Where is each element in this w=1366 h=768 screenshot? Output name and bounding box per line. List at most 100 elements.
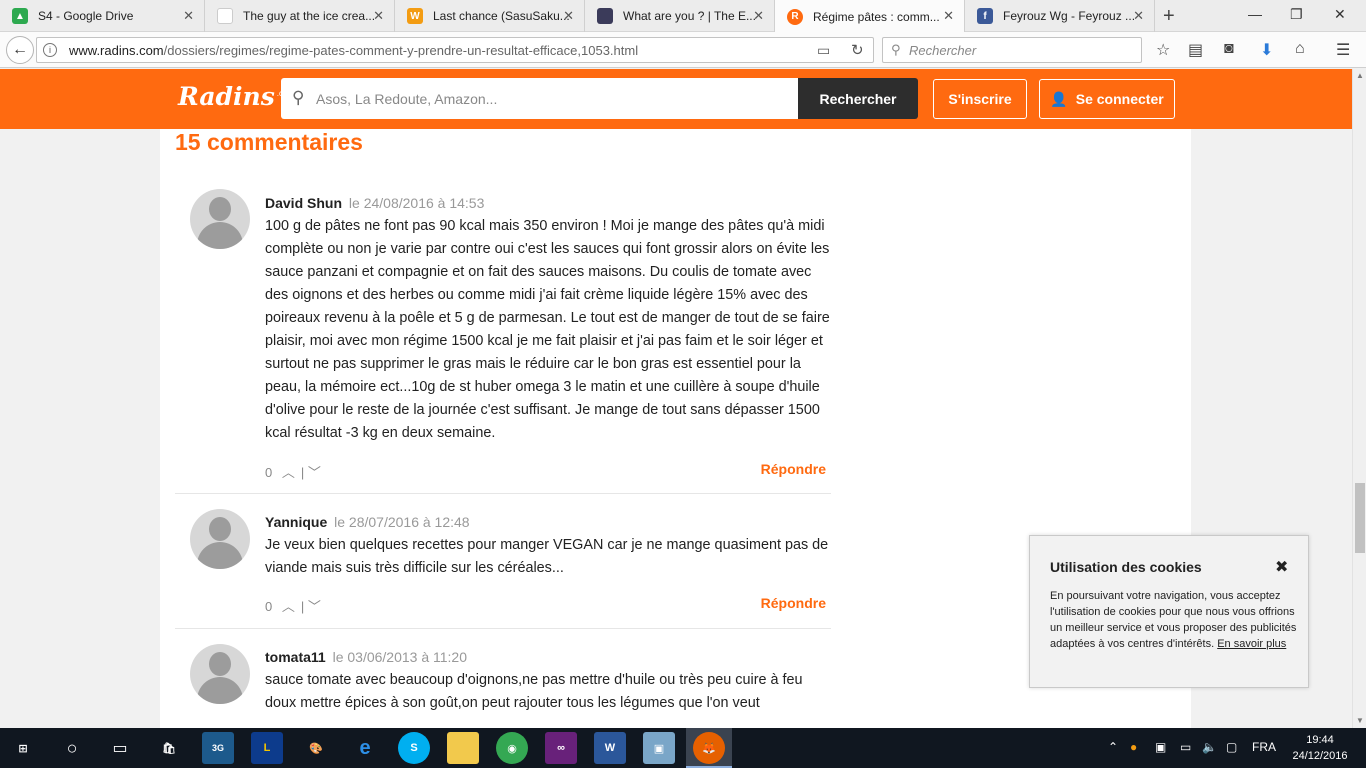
reload-icon[interactable]: ↻ [851, 41, 864, 59]
close-tab-icon[interactable]: ✕ [1133, 8, 1144, 24]
bookmark-star-icon[interactable]: ☆ [1156, 40, 1170, 60]
upvote-icon[interactable]: ︿ [282, 465, 295, 480]
virtualbox-icon[interactable]: ▣ [643, 732, 675, 764]
comment-date: le 28/07/2016 à 12:48 [334, 514, 470, 530]
clock-time: 19:44 [1306, 734, 1334, 746]
firefox-icon[interactable]: 🦊 [693, 732, 725, 764]
comment-text: sauce tomate avec beaucoup d'oignons,ne … [265, 672, 803, 711]
comment-meta: David Shun le 24/08/2016 à 14:53 [265, 195, 484, 211]
navigation-bar: ← i www.radins.com/dossiers/regimes/regi… [0, 32, 1366, 68]
site-search-placeholder: Asos, La Redoute, Amazon... [316, 91, 498, 107]
cookie-learn-more-link[interactable]: En savoir plus [1217, 638, 1286, 650]
new-tab-icon[interactable]: + [1163, 5, 1175, 28]
tab-what-are-you[interactable]: What are you ? | The E... ✕ [585, 0, 775, 32]
signup-button[interactable]: S'inscrire [933, 79, 1027, 119]
tab-last-chance[interactable]: W Last chance (SasuSaku... ✕ [395, 0, 585, 32]
scroll-down-icon[interactable]: ▼ [1356, 716, 1364, 725]
close-tab-icon[interactable]: ✕ [183, 8, 194, 24]
cookie-banner: Utilisation des cookies ✖ En poursuivant… [1029, 535, 1309, 688]
comments-heading: 15 commentaires [175, 129, 363, 155]
vote-count: 0 [265, 599, 273, 614]
reply-link[interactable]: Répondre [761, 461, 826, 477]
reader-view-icon[interactable]: ▭ [817, 42, 830, 59]
close-tab-icon[interactable]: ✕ [373, 8, 384, 24]
reply-link[interactable]: Répondre [761, 595, 826, 611]
volume-icon[interactable]: 🔈 [1202, 740, 1217, 754]
cookie-title: Utilisation des cookies [1050, 559, 1202, 575]
home-icon[interactable]: ⌂ [1295, 40, 1305, 58]
menu-icon[interactable]: ☰ [1336, 40, 1350, 60]
site-search-input[interactable]: ⚲ Asos, La Redoute, Amazon... [281, 78, 799, 119]
close-tab-icon[interactable]: ✕ [943, 8, 954, 24]
language-indicator[interactable]: FRA [1252, 740, 1276, 754]
info-icon[interactable]: i [43, 43, 57, 57]
tray-app-icon[interactable]: ● [1130, 740, 1137, 754]
comment-text: 100 g de pâtes ne font pas 90 kcal mais … [265, 218, 830, 441]
comment-item: David Shun le 24/08/2016 à 14:53 100 g d… [175, 184, 831, 494]
comment-author[interactable]: tomata11 [265, 649, 326, 665]
clock[interactable]: 19:44 24/12/2016 [1288, 732, 1352, 764]
battery-icon[interactable]: ▭ [1180, 740, 1191, 754]
paint-icon[interactable]: 🎨 [300, 732, 332, 764]
address-bar[interactable]: i www.radins.com/dossiers/regimes/regime… [36, 37, 874, 63]
google-drive-icon: ▲ [12, 8, 28, 24]
close-tab-icon[interactable]: ✕ [753, 8, 764, 24]
vertical-scrollbar[interactable]: ▲ ▼ [1352, 69, 1366, 728]
tab-google-drive[interactable]: ▲ S4 - Google Drive ✕ [0, 0, 205, 32]
store-icon[interactable]: 🛍 [153, 732, 185, 764]
download-icon[interactable]: ⬇ [1260, 40, 1273, 60]
tab-title: Last chance (SasuSaku... [433, 9, 570, 23]
pocket-icon[interactable]: ◙ [1224, 40, 1234, 58]
logo-text: Radins [178, 82, 275, 111]
site-search-button[interactable]: Rechercher [798, 78, 918, 119]
file-explorer-icon[interactable] [447, 732, 479, 764]
browser-search-input[interactable]: ⚲ Rechercher [882, 37, 1142, 63]
avatar-head [209, 652, 231, 676]
league-icon[interactable]: L [251, 732, 283, 764]
downvote-icon[interactable]: ﹀ [308, 599, 321, 614]
vote-count: 0 [265, 465, 273, 480]
upvote-icon[interactable]: ︿ [282, 599, 295, 614]
restore-icon[interactable]: ❐ [1290, 6, 1303, 23]
comment-author[interactable]: Yannique [265, 514, 327, 530]
word-icon[interactable]: W [594, 732, 626, 764]
tab-title: S4 - Google Drive [38, 9, 134, 23]
site-header: Radins.com ⚲ Asos, La Redoute, Amazon...… [0, 69, 1352, 129]
task-view-icon[interactable]: ▭ [104, 732, 136, 764]
bookmarks-library-icon[interactable]: ▤ [1188, 40, 1203, 60]
close-window-icon[interactable]: ✕ [1334, 6, 1346, 23]
skype-icon[interactable]: S [398, 732, 430, 764]
chrome-icon[interactable]: ◉ [496, 732, 528, 764]
scroll-up-icon[interactable]: ▲ [1356, 71, 1364, 80]
tab-facebook[interactable]: f Feyrouz Wg - Feyrouz ... ✕ [965, 0, 1155, 32]
screen: ▲ S4 - Google Drive ✕ The guy at the ice… [0, 0, 1366, 768]
3g-modem-icon[interactable]: 3G [202, 732, 234, 764]
avatar-head [209, 197, 231, 221]
tray-chevron-icon[interactable]: ⌃ [1108, 740, 1118, 754]
comment-author[interactable]: David Shun [265, 195, 342, 211]
downvote-icon[interactable]: ﹀ [308, 465, 321, 480]
scrollbar-thumb[interactable] [1355, 483, 1365, 553]
search-circle-icon[interactable]: ○ [56, 732, 88, 764]
comment-meta: Yannique le 28/07/2016 à 12:48 [265, 514, 470, 530]
tab-regime-pates[interactable]: R Régime pâtes : comm... ✕ [775, 0, 965, 33]
avatar-body [197, 677, 243, 704]
close-tab-icon[interactable]: ✕ [563, 8, 574, 24]
facebook-icon: f [977, 8, 993, 24]
site-logo[interactable]: Radins.com [178, 82, 294, 111]
back-button[interactable]: ← [6, 36, 34, 64]
comment-date: le 24/08/2016 à 14:53 [348, 195, 485, 211]
visual-studio-icon[interactable]: ∞ [545, 732, 577, 764]
avatar [190, 644, 250, 704]
minimize-icon[interactable]: — [1248, 6, 1262, 22]
windows-start-icon[interactable]: ⊞ [7, 732, 39, 764]
edge-icon[interactable]: e [349, 732, 381, 764]
tab-title: Régime pâtes : comm... [813, 9, 940, 24]
comment-meta: tomata11 le 03/06/2013 à 11:20 [265, 649, 467, 665]
tab-ice-cream[interactable]: The guy at the ice crea... ✕ [205, 0, 395, 32]
tab-title: The guy at the ice crea... [243, 9, 376, 23]
login-button[interactable]: 👤 Se connecter [1039, 79, 1175, 119]
close-icon[interactable]: ✖ [1275, 557, 1288, 577]
network-icon[interactable]: ▣ [1155, 740, 1166, 754]
notification-icon[interactable]: ▢ [1226, 740, 1237, 754]
